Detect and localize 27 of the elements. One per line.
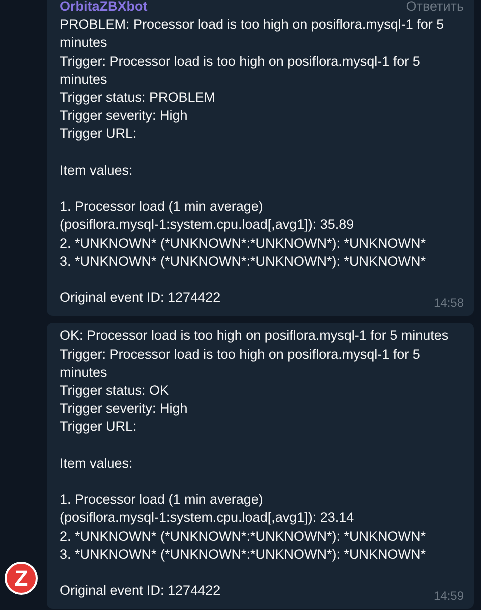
message-time: 14:58 <box>434 295 464 312</box>
sender-name: OrbitaZBXbot <box>60 0 148 16</box>
message-line: Trigger severity: High <box>60 107 188 126</box>
message-time: 14:59 <box>434 588 464 606</box>
message-line: 2. *UNKNOWN* (*UNKNOWN*:*UNKNOWN*): *UNKNOWN* <box>60 528 426 546</box>
avatar[interactable]: Z <box>5 562 38 595</box>
message-line: Trigger severity: High <box>60 400 188 418</box>
message-line: OK: Processor load is too high on posiflora.mysql-1 for 5 minutes <box>60 327 449 346</box>
message-line: Item values: <box>60 162 133 180</box>
message-line: Original event ID: 1274422 <box>60 289 221 308</box>
message-line: Trigger: Processor load is too high on posiflora.mysql-1 for 5 minutes <box>60 52 422 89</box>
message-line: Trigger status: PROBLEM <box>60 89 216 108</box>
message-line: 1. Processor load (1 min average) <box>60 198 264 216</box>
message-line: (posiflora.mysql-1:system.cpu.load[,avg1]): 35.89 <box>60 216 354 234</box>
message-line: 3. *UNKNOWN* (*UNKNOWN*:*UNKNOWN*): *UNKNOWN* <box>60 252 426 271</box>
message-line: 1. Processor load (1 min average) <box>60 491 264 510</box>
message-line: Original event ID: 1274422 <box>60 582 221 600</box>
message-line: Trigger URL: <box>60 418 137 436</box>
message-line: Item values: <box>60 454 133 473</box>
message-line: PROBLEM: Processor load is too high on posiflora.mysql-1 for 5 minutes <box>60 16 446 52</box>
message-line: (posiflora.mysql-1:system.cpu.load[,avg1]): 23.14 <box>60 509 354 528</box>
message-line: 2. *UNKNOWN* (*UNKNOWN*:*UNKNOWN*): *UNKNOWN* <box>60 234 426 253</box>
message-line: Trigger status: OK <box>60 382 170 400</box>
message-line: Trigger URL: <box>60 125 137 144</box>
message-line: 3. *UNKNOWN* (*UNKNOWN*:*UNKNOWN*): *UNKNOWN* <box>60 546 426 564</box>
reply-link[interactable]: Ответить <box>406 0 464 16</box>
message-line: Trigger: Processor load is too high on posiflora.mysql-1 for 5 minutes <box>60 346 422 382</box>
